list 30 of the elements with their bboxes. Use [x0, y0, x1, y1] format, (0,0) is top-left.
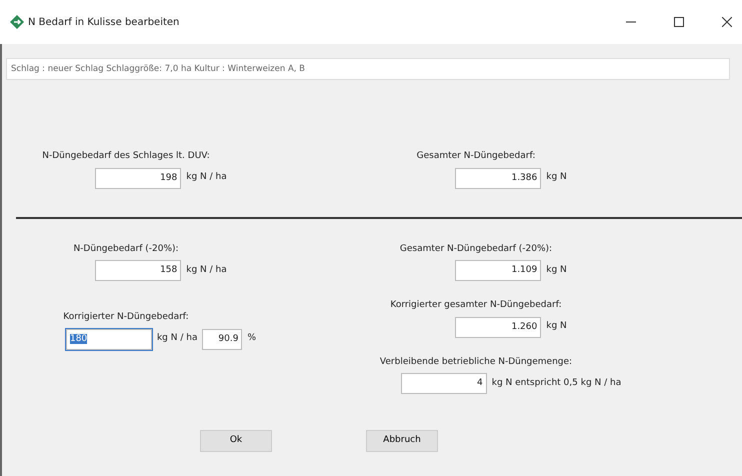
- field-label: N-Düngebedarf (-20%):: [73, 242, 179, 256]
- unit-label: kg N / ha: [186, 171, 227, 184]
- unit-label: kg N / ha: [186, 264, 227, 277]
- percent-field[interactable]: 90.9: [202, 328, 242, 350]
- number-field[interactable]: 1.386: [455, 168, 542, 188]
- unit-label: kg N: [546, 171, 567, 184]
- info-field: Schlag : neuer Schlag Schlaggröße: 7,0 ha Kultur : Winterweizen A, B: [6, 58, 730, 80]
- app-icon: [10, 15, 24, 29]
- unit-label: %: [247, 332, 256, 346]
- number-field[interactable]: 158: [95, 260, 182, 281]
- window-title: N Bedarf in Kulisse bearbeiten: [28, 16, 180, 30]
- number-field[interactable]: 1.260: [455, 316, 542, 338]
- field-label: Korrigierter N-Düngebedarf:: [63, 311, 189, 324]
- field-label: Korrigierter gesamter N-Düngebedarf:: [390, 299, 562, 312]
- number-field[interactable]: 1.109: [455, 260, 542, 281]
- field-label: Gesamter N-Düngebedarf:: [416, 150, 536, 163]
- dialog-button[interactable]: Abbruch: [366, 430, 438, 452]
- number-field[interactable]: 4: [400, 373, 487, 394]
- unit-label: kg N entspricht 0,5 kg N / ha: [492, 376, 622, 390]
- field-label: Gesamter N-Düngebedarf (-20%):: [400, 242, 552, 256]
- dialog-button[interactable]: Ok: [200, 430, 272, 452]
- unit-label: kg N / ha: [156, 332, 198, 346]
- unit-label: kg N: [546, 264, 567, 277]
- field-label: Verbleibende betriebliche N-Düngemenge:: [380, 356, 572, 368]
- field-label: N-Düngebedarf des Schlages lt. DUV:: [42, 150, 210, 163]
- unit-label: kg N: [546, 320, 567, 334]
- number-field[interactable]: 180: [66, 328, 152, 350]
- maximize-button[interactable]: [674, 17, 684, 27]
- close-button[interactable]: [722, 17, 732, 27]
- number-field[interactable]: 198: [95, 168, 182, 188]
